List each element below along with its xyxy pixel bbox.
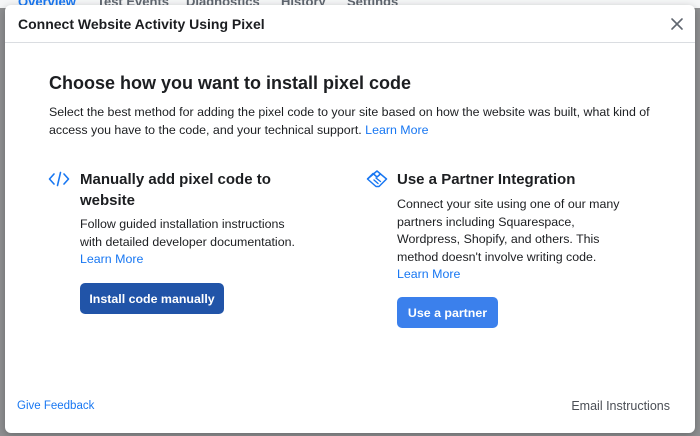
section-description: Select the best method for adding the pi… <box>49 103 661 139</box>
close-icon <box>671 18 683 30</box>
close-button[interactable] <box>667 14 687 34</box>
connect-pixel-dialog: Connect Website Activity Using Pixel Cho… <box>5 5 695 433</box>
manual-option-text: Follow guided installation instructions … <box>80 217 295 249</box>
partner-option-description: Connect your site using one of our many … <box>397 196 637 284</box>
dialog-title: Connect Website Activity Using Pixel <box>18 16 265 32</box>
manual-learn-more-link[interactable]: Learn More <box>80 252 143 266</box>
manual-option-description: Follow guided installation instructions … <box>80 216 305 269</box>
description-text: Select the best method for adding the pi… <box>49 105 650 137</box>
partner-option-text: Connect your site using one of our many … <box>397 197 620 264</box>
install-code-manually-button[interactable]: Install code manually <box>80 283 224 314</box>
code-icon <box>48 171 70 187</box>
use-a-partner-button[interactable]: Use a partner <box>397 297 498 328</box>
learn-more-link[interactable]: Learn More <box>365 123 428 137</box>
email-instructions-button[interactable]: Email Instructions <box>571 399 670 413</box>
partner-learn-more-link[interactable]: Learn More <box>397 267 460 281</box>
handshake-icon <box>366 170 388 188</box>
dialog-header: Connect Website Activity Using Pixel <box>5 5 695 43</box>
manual-option-title: Manually add pixel code to website <box>80 171 271 209</box>
section-heading: Choose how you want to install pixel cod… <box>49 73 412 93</box>
partner-option-title: Use a Partner Integration <box>397 171 576 188</box>
give-feedback-link[interactable]: Give Feedback <box>17 400 94 412</box>
